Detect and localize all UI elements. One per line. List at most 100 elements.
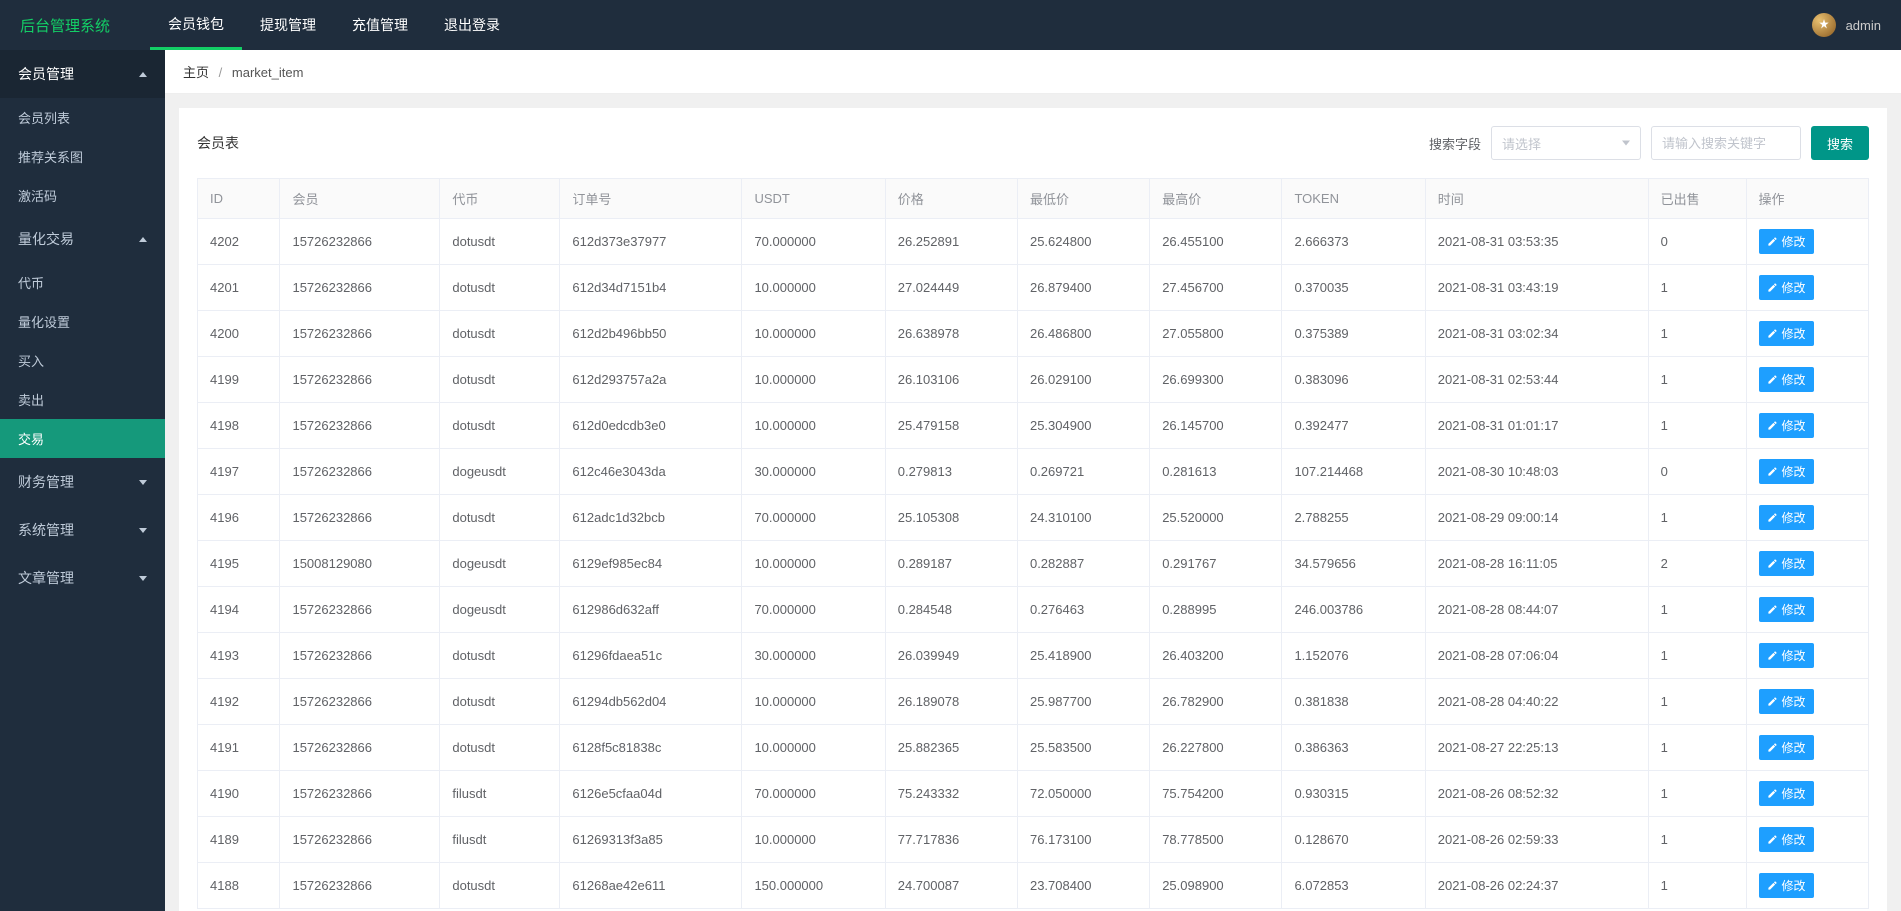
cell: 0 xyxy=(1648,219,1746,265)
cell: 612d293757a2a xyxy=(560,357,742,403)
cell: 2021-08-26 02:59:33 xyxy=(1425,817,1648,863)
table-row: 420115726232866dotusdt612d34d7151b410.00… xyxy=(198,265,1869,311)
col-6: 最低价 xyxy=(1017,179,1149,219)
cell: 4200 xyxy=(198,311,280,357)
side-item-0-1[interactable]: 推荐关系图 xyxy=(0,137,165,176)
cell: 1 xyxy=(1648,817,1746,863)
cell: 4193 xyxy=(198,633,280,679)
cell-op: 修改 xyxy=(1746,219,1868,265)
topnav-item-0[interactable]: 会员钱包 xyxy=(150,0,242,50)
data-table: ID会员代币订单号USDT价格最低价最高价TOKEN时间已出售操作 420215… xyxy=(197,178,1869,909)
edit-button[interactable]: 修改 xyxy=(1759,781,1814,806)
cell: 4196 xyxy=(198,495,280,541)
cell: 10.000000 xyxy=(742,679,885,725)
side-group-3[interactable]: 系统管理 xyxy=(0,506,165,554)
cell: dogeusdt xyxy=(440,587,560,633)
table-row: 419415726232866dogeusdt612986d632aff70.0… xyxy=(198,587,1869,633)
edit-button[interactable]: 修改 xyxy=(1759,413,1814,438)
topnav-item-2[interactable]: 充值管理 xyxy=(334,0,426,50)
edit-button[interactable]: 修改 xyxy=(1759,275,1814,300)
side-item-0-2[interactable]: 激活码 xyxy=(0,176,165,215)
cell: dotusdt xyxy=(440,679,560,725)
side-group-label: 量化交易 xyxy=(18,229,74,249)
cell: filusdt xyxy=(440,817,560,863)
cell: 15726232866 xyxy=(280,771,440,817)
side-item-1-0[interactable]: 代币 xyxy=(0,263,165,302)
side-item-1-3[interactable]: 卖出 xyxy=(0,380,165,419)
cell: 612d0edcdb3e0 xyxy=(560,403,742,449)
cell: 0.289187 xyxy=(885,541,1017,587)
cell: 107.214468 xyxy=(1282,449,1425,495)
edit-button[interactable]: 修改 xyxy=(1759,689,1814,714)
cell: 30.000000 xyxy=(742,449,885,495)
cell: 2.666373 xyxy=(1282,219,1425,265)
cell: 2021-08-30 10:48:03 xyxy=(1425,449,1648,495)
cell-op: 修改 xyxy=(1746,449,1868,495)
table-header-row: ID会员代币订单号USDT价格最低价最高价TOKEN时间已出售操作 xyxy=(198,179,1869,219)
edit-button[interactable]: 修改 xyxy=(1759,229,1814,254)
cell: 15726232866 xyxy=(280,863,440,909)
edit-button[interactable]: 修改 xyxy=(1759,459,1814,484)
pen-icon xyxy=(1767,604,1778,615)
cell: 150.000000 xyxy=(742,863,885,909)
side-group-1[interactable]: 量化交易 xyxy=(0,215,165,263)
cell: 26.782900 xyxy=(1150,679,1282,725)
cell: 246.003786 xyxy=(1282,587,1425,633)
cell: dotusdt xyxy=(440,863,560,909)
search-field-label: 搜索字段 xyxy=(1429,134,1481,153)
search-field-select[interactable]: 请选择 xyxy=(1491,126,1641,160)
edit-button[interactable]: 修改 xyxy=(1759,505,1814,530)
cell: 25.987700 xyxy=(1017,679,1149,725)
cell: 15008129080 xyxy=(280,541,440,587)
col-0: ID xyxy=(198,179,280,219)
edit-button[interactable]: 修改 xyxy=(1759,321,1814,346)
cell: 2021-08-27 22:25:13 xyxy=(1425,725,1648,771)
chevron-up-icon xyxy=(139,237,147,242)
cell: 15726232866 xyxy=(280,449,440,495)
panel-header: 会员表 搜索字段 请选择 搜索 xyxy=(197,126,1869,160)
edit-button[interactable]: 修改 xyxy=(1759,643,1814,668)
cell: 2021-08-26 02:24:37 xyxy=(1425,863,1648,909)
cell: 0 xyxy=(1648,449,1746,495)
table-row: 420215726232866dotusdt612d373e3797770.00… xyxy=(198,219,1869,265)
cell: 6129ef985ec84 xyxy=(560,541,742,587)
side-item-1-4[interactable]: 交易 xyxy=(0,419,165,458)
edit-label: 修改 xyxy=(1782,371,1806,388)
cell: 4199 xyxy=(198,357,280,403)
cell: 612c46e3043da xyxy=(560,449,742,495)
cell: 25.882365 xyxy=(885,725,1017,771)
edit-button[interactable]: 修改 xyxy=(1759,873,1814,898)
edit-button[interactable]: 修改 xyxy=(1759,551,1814,576)
edit-button[interactable]: 修改 xyxy=(1759,735,1814,760)
col-5: 价格 xyxy=(885,179,1017,219)
cell: 15726232866 xyxy=(280,219,440,265)
edit-label: 修改 xyxy=(1782,785,1806,802)
cell: 26.638978 xyxy=(885,311,1017,357)
cell: dotusdt xyxy=(440,357,560,403)
search-input[interactable] xyxy=(1651,126,1801,160)
side-group-4[interactable]: 文章管理 xyxy=(0,554,165,602)
cell: 61269313f3a85 xyxy=(560,817,742,863)
search-button[interactable]: 搜索 xyxy=(1811,126,1869,160)
topnav-item-1[interactable]: 提现管理 xyxy=(242,0,334,50)
topnav-item-3[interactable]: 退出登录 xyxy=(426,0,518,50)
cell: 4191 xyxy=(198,725,280,771)
cell: 2021-08-29 09:00:14 xyxy=(1425,495,1648,541)
cell: 10.000000 xyxy=(742,311,885,357)
cell: 0.279813 xyxy=(885,449,1017,495)
edit-button[interactable]: 修改 xyxy=(1759,597,1814,622)
topbar-right[interactable]: admin xyxy=(1812,13,1881,37)
edit-button[interactable]: 修改 xyxy=(1759,827,1814,852)
side-group-2[interactable]: 财务管理 xyxy=(0,458,165,506)
edit-button[interactable]: 修改 xyxy=(1759,367,1814,392)
cell: 1 xyxy=(1648,311,1746,357)
panel: 会员表 搜索字段 请选择 搜索 ID会员代币订单号USDT价格最低价最高价TOK… xyxy=(179,108,1887,911)
cell: filusdt xyxy=(440,771,560,817)
side-item-1-1[interactable]: 量化设置 xyxy=(0,302,165,341)
cell: 25.583500 xyxy=(1017,725,1149,771)
breadcrumb-home[interactable]: 主页 xyxy=(183,65,209,80)
side-item-0-0[interactable]: 会员列表 xyxy=(0,98,165,137)
side-item-1-2[interactable]: 买入 xyxy=(0,341,165,380)
col-1: 会员 xyxy=(280,179,440,219)
side-group-0[interactable]: 会员管理 xyxy=(0,50,165,98)
